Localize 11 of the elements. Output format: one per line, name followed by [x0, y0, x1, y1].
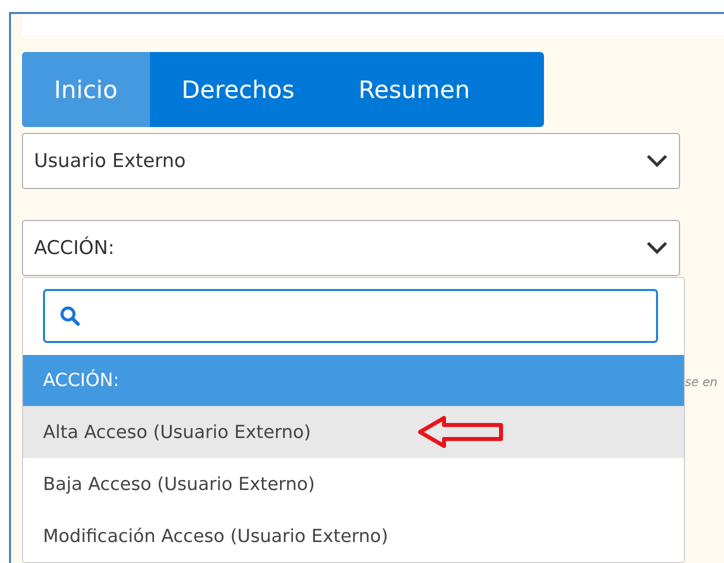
user-type-select[interactable]: Usuario Externo: [22, 133, 680, 189]
dropdown-option[interactable]: Modificación Acceso (Usuario Externo): [23, 510, 684, 562]
dropdown-option[interactable]: Alta Acceso (Usuario Externo): [23, 406, 684, 458]
chevron-down-icon: [646, 154, 668, 168]
search-field[interactable]: [43, 289, 658, 343]
group-header: ACCIÓN:: [23, 355, 684, 406]
background-text: se en: [685, 375, 718, 389]
search-icon: [59, 305, 81, 327]
chevron-down-icon: [646, 241, 668, 255]
dropdown-option[interactable]: Baja Acceso (Usuario Externo): [23, 458, 684, 510]
action-select[interactable]: ACCIÓN:: [22, 220, 680, 276]
